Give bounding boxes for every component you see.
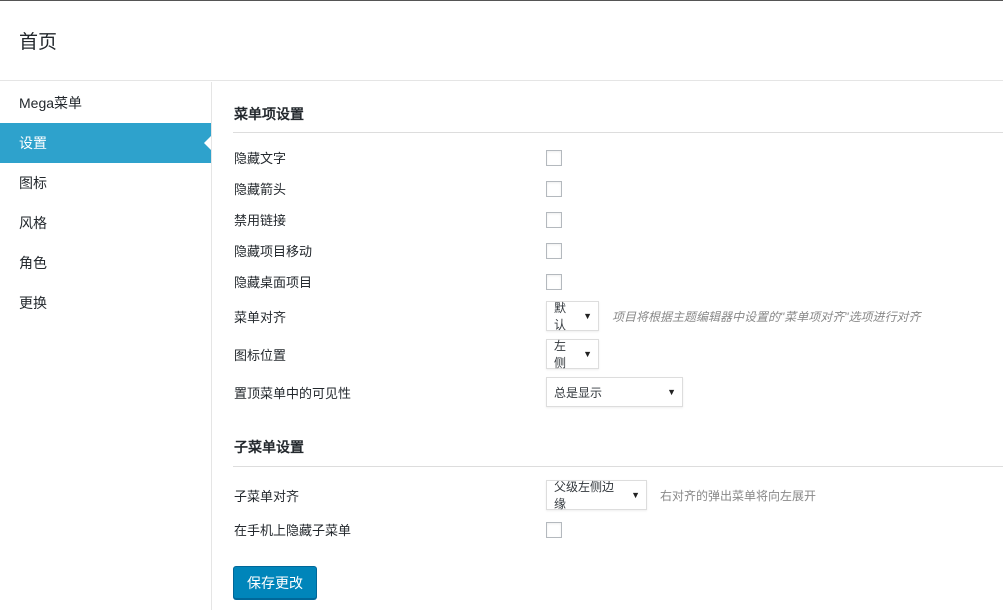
sticky-visibility-select[interactable]: 总是显示 ▼: [546, 377, 683, 407]
chevron-down-icon: ▼: [583, 349, 592, 359]
menu-align-select[interactable]: 默认 ▼: [546, 301, 599, 332]
hide-arrow-label: 隐藏箭头: [234, 182, 287, 197]
hide-on-desktop-label: 隐藏桌面项目: [234, 275, 313, 290]
settings-page: 首页 Mega菜单 设置 图标 风格 角色 更换 菜单项设置 隐藏文字 隐藏箭头…: [0, 0, 1003, 610]
page-title: 首页: [19, 32, 58, 53]
hide-submenu-mobile-row: 在手机上隐藏子菜单: [233, 514, 1003, 545]
hide-on-mobile-row: 隐藏项目移动: [233, 235, 1003, 266]
submenu-settings-heading: 子菜单设置: [233, 411, 1003, 467]
disable-link-checkbox[interactable]: [546, 211, 562, 228]
sticky-visibility-value: 总是显示: [554, 385, 603, 400]
menu-align-hint: 项目将根据主题编辑器中设置的"菜单项对齐"选项进行对齐: [612, 309, 921, 324]
hide-text-checkbox[interactable]: [546, 149, 562, 166]
sidebar-item-settings[interactable]: 设置: [0, 123, 211, 163]
hide-text-label: 隐藏文字: [234, 151, 287, 166]
disable-link-label: 禁用链接: [234, 213, 287, 228]
hide-submenu-mobile-label: 在手机上隐藏子菜单: [234, 523, 352, 538]
sticky-visibility-row: 置顶菜单中的可见性 总是显示 ▼: [233, 373, 1003, 411]
icon-position-row: 图标位置 左侧 ▼: [233, 335, 1003, 373]
submenu-align-select[interactable]: 父级左侧边缘 ▼: [546, 480, 647, 511]
menu-align-row: 菜单对齐 默认 ▼ 项目将根据主题编辑器中设置的"菜单项对齐"选项进行对齐: [233, 299, 1003, 333]
header: 首页: [0, 1, 1003, 81]
menu-align-value: 默认: [554, 301, 567, 332]
submenu-align-hint: 右对齐的弹出菜单将向左展开: [660, 488, 817, 503]
settings-panel: 菜单项设置 隐藏文字 隐藏箭头 禁用链接 隐藏项目移动 隐藏桌面项目 菜单对齐 …: [233, 82, 1003, 599]
menu-align-label: 菜单对齐: [234, 309, 287, 325]
hide-on-mobile-checkbox[interactable]: [546, 242, 562, 259]
hide-arrow-checkbox[interactable]: [546, 180, 562, 197]
save-button[interactable]: 保存更改: [233, 566, 317, 599]
sidebar-item-roles[interactable]: 角色: [0, 243, 211, 283]
icon-position-select[interactable]: 左侧 ▼: [546, 339, 599, 370]
hide-on-desktop-checkbox[interactable]: [546, 273, 562, 290]
hide-submenu-mobile-checkbox[interactable]: [546, 521, 562, 538]
chevron-down-icon: ▼: [631, 490, 640, 500]
disable-link-row: 禁用链接: [233, 204, 1003, 235]
submenu-align-label: 子菜单对齐: [234, 488, 300, 504]
hide-text-row: 隐藏文字: [233, 142, 1003, 173]
sidebar-item-replace[interactable]: 更换: [0, 283, 211, 323]
sidebar-item-mega-menu[interactable]: Mega菜单: [0, 83, 211, 123]
submenu-align-row: 子菜单对齐 父级左侧边缘 ▼ 右对齐的弹出菜单将向左展开: [233, 476, 1003, 514]
sidebar: Mega菜单 设置 图标 风格 角色 更换: [0, 82, 212, 610]
sidebar-item-styles[interactable]: 风格: [0, 203, 211, 243]
sidebar-item-icons[interactable]: 图标: [0, 163, 211, 203]
hide-on-desktop-row: 隐藏桌面项目: [233, 266, 1003, 297]
menu-item-settings-heading: 菜单项设置: [233, 82, 1003, 133]
icon-position-value: 左侧: [554, 339, 567, 370]
hide-on-mobile-label: 隐藏项目移动: [234, 244, 313, 259]
icon-position-label: 图标位置: [234, 347, 287, 363]
sticky-visibility-label: 置顶菜单中的可见性: [234, 385, 352, 401]
submenu-align-value: 父级左侧边缘: [554, 480, 615, 511]
chevron-down-icon: ▼: [583, 311, 592, 321]
hide-arrow-row: 隐藏箭头: [233, 173, 1003, 204]
chevron-down-icon: ▼: [667, 387, 676, 397]
